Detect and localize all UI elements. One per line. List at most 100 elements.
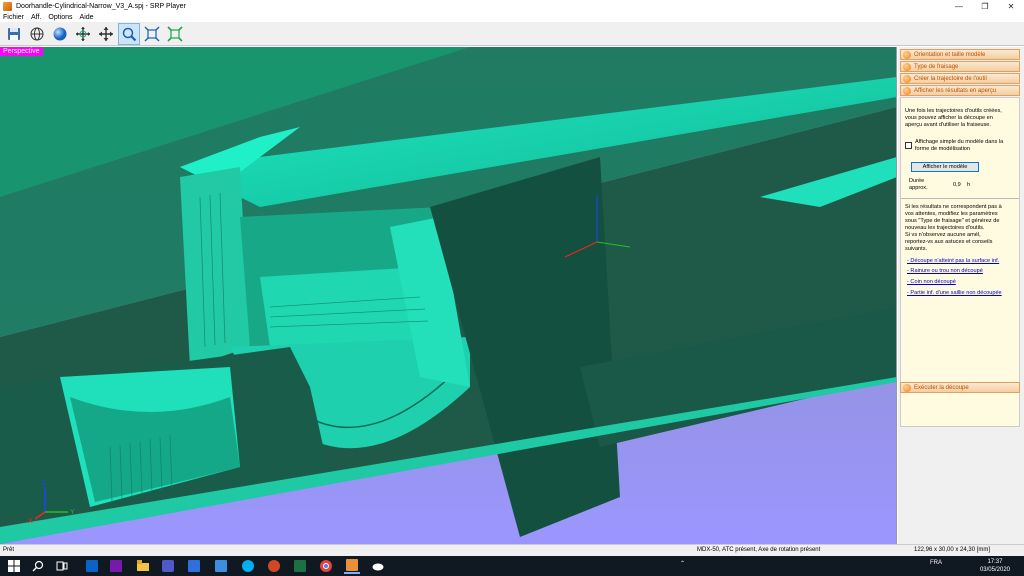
menu-bar: Fichier Aff. Options Aide xyxy=(0,12,1024,22)
excel-icon xyxy=(294,560,306,572)
extents-icon xyxy=(167,25,183,42)
menu-aff[interactable]: Aff. xyxy=(31,14,41,21)
folder-icon xyxy=(137,560,149,571)
step-preview-button[interactable]: Afficher les résultats en aperçu xyxy=(900,85,1020,96)
step-bullet-icon xyxy=(903,86,911,95)
chrome-icon xyxy=(320,560,332,572)
status-machine: MDX-50, ATC présent, Axe de rotation pré… xyxy=(697,547,821,553)
globe-icon xyxy=(30,27,44,40)
preview-panel: Une fois les trajectoires d'outils créée… xyxy=(900,97,1020,427)
menu-fichier[interactable]: Fichier xyxy=(3,14,24,21)
menu-options[interactable]: Options xyxy=(48,14,72,21)
rotate-icon xyxy=(76,26,90,41)
windows-icon xyxy=(8,560,20,572)
advice-line: vos attentes, modifiez les paramètres xyxy=(905,211,998,217)
status-ready: Prêt xyxy=(3,547,15,553)
tray-icons[interactable]: ⌃ xyxy=(680,560,685,567)
taskbar-srp-player[interactable] xyxy=(344,558,360,574)
task-view-button[interactable] xyxy=(54,558,70,574)
search-button[interactable] xyxy=(30,558,46,574)
tip-link-surface[interactable]: - Découpe n'atteint pas la surface inf. xyxy=(907,258,1019,265)
taskbar-teams[interactable] xyxy=(160,558,176,574)
taskbar-powerpoint[interactable] xyxy=(266,558,282,574)
step-bullet-icon xyxy=(903,62,911,71)
execute-label: Exécuter la découpe xyxy=(914,384,969,391)
axis-y-label: Y xyxy=(70,509,75,516)
globe-button[interactable] xyxy=(26,23,48,45)
toolbar xyxy=(0,22,1024,46)
taskbar-app-x[interactable] xyxy=(186,558,202,574)
step-orientation-button[interactable]: Orientation et taille modèle xyxy=(900,49,1020,60)
taskbar-outlook[interactable] xyxy=(84,558,100,574)
show-model-button[interactable]: Afficher le modèle xyxy=(911,162,979,172)
taskbar-onenote[interactable] xyxy=(108,558,124,574)
checkbox-label: forme de modélisation xyxy=(915,146,971,152)
outlook-icon xyxy=(86,560,98,572)
intro-line: vous pouvez afficher la découpe en xyxy=(905,115,993,121)
taskbar-clock[interactable]: 17:37 03/05/2020 xyxy=(980,558,1010,574)
taskbar-skype[interactable] xyxy=(240,558,256,574)
skype-icon xyxy=(242,560,254,572)
view-mode-label: Perspective xyxy=(0,47,43,56)
fit-icon xyxy=(144,26,160,41)
title-bar: Doorhandle-Cylindrical-Narrow_V3_A.spj -… xyxy=(0,0,1024,12)
taskbar-excel[interactable] xyxy=(292,558,308,574)
cloud-app-icon xyxy=(372,563,384,571)
restore-button[interactable]: ❐ xyxy=(972,0,998,12)
status-dimensions: 122,96 x 30,00 x 24,30 [mm] xyxy=(914,547,991,553)
clock-date: 03/05/2020 xyxy=(979,567,1010,573)
zoom-button[interactable] xyxy=(118,22,140,45)
intro-line: Une fois les trajectoires d'outils créée… xyxy=(905,108,1002,114)
step-label: Orientation et taille modèle xyxy=(914,51,986,58)
save-icon xyxy=(8,27,20,40)
language-indicator[interactable]: FRA xyxy=(930,560,942,566)
axis-x-label: X xyxy=(28,518,33,525)
sphere-button[interactable] xyxy=(49,23,71,45)
workflow-panel: Orientation et taille modèle Type de fra… xyxy=(898,47,1024,544)
windows-taskbar: ⌃ FRA 17:37 03/05/2020 xyxy=(0,556,1024,576)
clock-time: 17:37 xyxy=(987,559,1003,565)
step-toolpath-button[interactable]: Créer la trajectoire de l'outil xyxy=(900,73,1020,84)
app-x-icon xyxy=(188,560,200,572)
3d-viewport[interactable]: Z Y X Perspective xyxy=(0,47,897,544)
advice-line: Si les résultats ne correspondent pas à xyxy=(905,204,1002,210)
rotate-button[interactable] xyxy=(72,23,94,45)
step-bullet-icon xyxy=(903,383,911,392)
sphere-icon xyxy=(53,27,67,40)
advice-line: nouveau les trajectoires d'outils. xyxy=(905,225,985,231)
taskbar-app-chart[interactable] xyxy=(213,558,229,574)
taskbar-chrome[interactable] xyxy=(318,558,334,574)
step-bullet-icon xyxy=(903,50,911,59)
advice-line: suivants. xyxy=(905,246,928,252)
step-label: Créer la trajectoire de l'outil xyxy=(914,75,987,82)
task-view-icon xyxy=(56,561,68,571)
app-icon xyxy=(3,1,12,11)
tip-link-groove[interactable]: - Rainure ou trou non découpé xyxy=(907,268,1019,275)
tip-link-corner[interactable]: - Coin non découpé xyxy=(907,279,1019,286)
minimize-button[interactable]: — xyxy=(946,0,972,12)
step-milling-type-button[interactable]: Type de fraisage xyxy=(900,61,1020,72)
checkbox-label: Affichage simple du modèle dans la xyxy=(915,139,1004,145)
menu-aide[interactable]: Aide xyxy=(80,14,94,21)
chart-app-icon xyxy=(215,560,227,572)
powerpoint-icon xyxy=(268,560,280,572)
step-label: Afficher les résultats en aperçu xyxy=(914,87,997,94)
start-button[interactable] xyxy=(6,558,22,574)
advice-line: sous "Type de fraisage" et générez de xyxy=(905,218,1000,224)
taskbar-app-cloud[interactable] xyxy=(370,558,386,574)
fit-button[interactable] xyxy=(141,23,163,45)
save-button[interactable] xyxy=(3,23,25,45)
duration-label: Durée xyxy=(909,178,925,184)
taskbar-explorer[interactable] xyxy=(135,558,151,574)
execute-cut-button[interactable]: Exécuter la découpe xyxy=(900,382,1020,393)
close-button[interactable]: ✕ xyxy=(998,0,1024,12)
srp-player-icon xyxy=(346,559,358,571)
teams-icon xyxy=(162,560,174,572)
step-bullet-icon xyxy=(903,74,911,83)
tip-link-overhang[interactable]: - Partie inf. d'une saillie non découpée xyxy=(907,290,1019,297)
extents-button[interactable] xyxy=(164,23,186,45)
simple-display-checkbox[interactable] xyxy=(905,142,912,149)
duration-label: approx. xyxy=(909,185,928,191)
milling-preview-scene: Z Y X xyxy=(0,47,896,544)
pan-button[interactable] xyxy=(95,23,117,45)
